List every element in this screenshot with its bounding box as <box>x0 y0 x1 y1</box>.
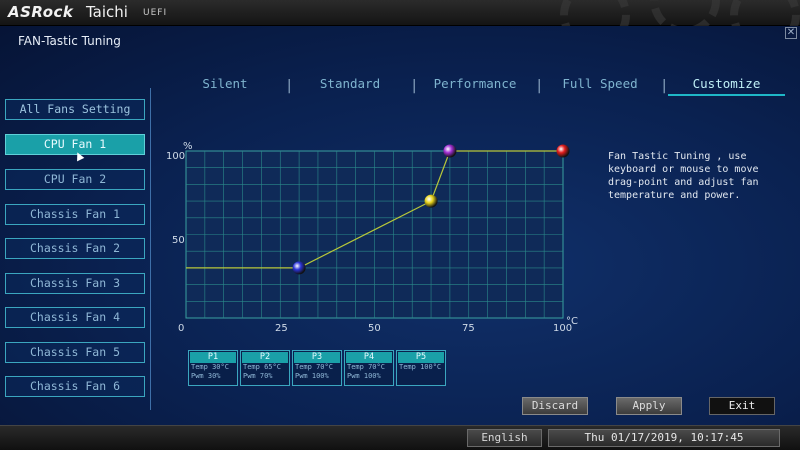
x-tick-label: 0 <box>178 323 184 334</box>
point-pwm: Pwm 100% <box>347 372 381 380</box>
y-tick-label: 50 <box>172 235 185 246</box>
point-label: P1 <box>190 352 236 363</box>
point-label: P5 <box>398 352 444 363</box>
drag-point-p3[interactable] <box>443 144 457 158</box>
exit-button[interactable]: Exit <box>709 397 775 415</box>
point-temp: Temp 30°C <box>191 363 229 371</box>
x-tick-label: 25 <box>275 323 288 334</box>
point-box-p2: P2 Temp 65°C Pwm 70% <box>240 350 290 386</box>
point-label: P3 <box>294 352 340 363</box>
chart-grid <box>186 151 563 318</box>
discard-button[interactable]: Discard <box>522 397 588 415</box>
point-temp: Temp 70°C <box>347 363 385 371</box>
y-tick-label: 100 <box>166 151 185 162</box>
point-box-p5: P5 Temp 100°C <box>396 350 446 386</box>
help-text: Fan Tastic Tuning , use keyboard or mous… <box>608 151 759 201</box>
point-label: P2 <box>242 352 288 363</box>
point-pwm: Pwm 30% <box>191 372 221 380</box>
drag-point-p5[interactable] <box>556 144 570 158</box>
apply-button[interactable]: Apply <box>616 397 682 415</box>
language-button[interactable]: English <box>467 429 542 447</box>
datetime-display: Thu 01/17/2019, 10:17:45 <box>548 429 780 447</box>
point-box-p4: P4 Temp 70°C Pwm 100% <box>344 350 394 386</box>
point-pwm: Pwm 100% <box>295 372 329 380</box>
drag-point-p2[interactable] <box>424 194 438 208</box>
point-label: P4 <box>346 352 392 363</box>
point-temp: Temp 70°C <box>295 363 333 371</box>
point-box-p1: P1 Temp 30°C Pwm 30% <box>188 350 238 386</box>
point-temp: Temp 65°C <box>243 363 281 371</box>
point-pwm: Pwm 70% <box>243 372 273 380</box>
x-tick-label: 50 <box>368 323 381 334</box>
drag-point-p1[interactable] <box>292 261 306 275</box>
x-unit-label: °C <box>566 316 578 327</box>
x-tick-label: 75 <box>462 323 475 334</box>
point-temp: Temp 100°C <box>399 363 442 371</box>
point-box-p3: P3 Temp 70°C Pwm 100% <box>292 350 342 386</box>
